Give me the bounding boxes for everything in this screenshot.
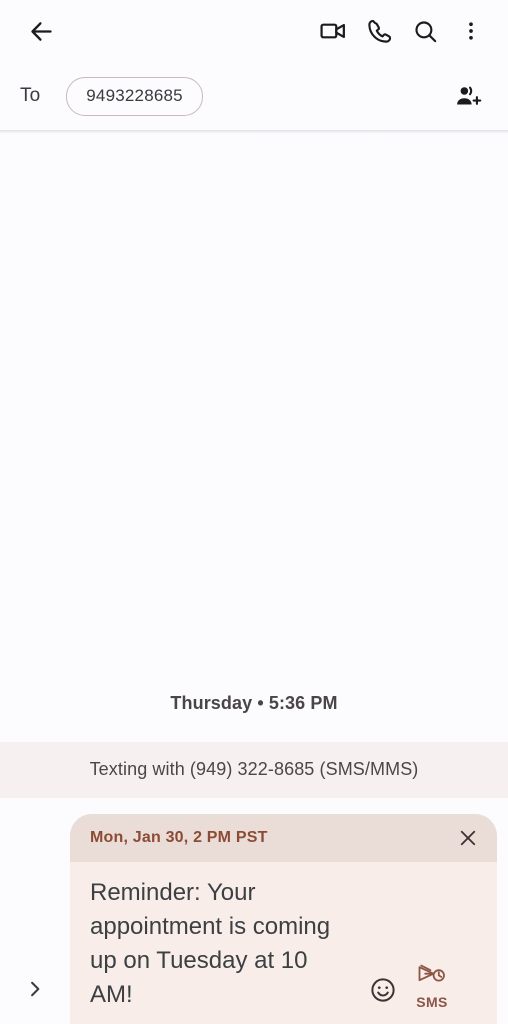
day-timestamp: Thursday • 5:36 PM xyxy=(170,693,338,713)
close-icon[interactable] xyxy=(455,825,481,851)
recipient-chip[interactable]: 9493228685 xyxy=(66,76,203,116)
to-label: To xyxy=(20,85,41,106)
compose-actions: SMS xyxy=(361,963,459,1014)
chevron-right-icon[interactable] xyxy=(0,954,70,1024)
app-bar xyxy=(0,0,508,62)
send-button[interactable]: SMS xyxy=(405,963,459,1012)
video-call-icon[interactable] xyxy=(310,8,356,54)
scheduled-send-time: Mon, Jan 30, 2 PM PST xyxy=(90,829,268,846)
add-person-icon[interactable] xyxy=(444,73,490,119)
back-arrow-icon[interactable] xyxy=(18,8,64,54)
emoji-icon[interactable] xyxy=(361,968,405,1012)
compose-body: Reminder: Your appointment is coming up … xyxy=(70,862,497,1024)
texting-with-banner: Texting with (949) 322-8685 (SMS/MMS) xyxy=(0,742,508,798)
conversation-thread: Thursday • 5:36 PM xyxy=(0,134,508,742)
phone-call-icon[interactable] xyxy=(356,8,402,54)
scheduled-send-bar[interactable]: Mon, Jan 30, 2 PM PST xyxy=(70,814,497,862)
search-icon[interactable] xyxy=(402,8,448,54)
compose-row: Mon, Jan 30, 2 PM PST Reminder: Your app… xyxy=(0,798,508,1024)
compose-bubble: Mon, Jan 30, 2 PM PST Reminder: Your app… xyxy=(70,814,497,1024)
recipient-row: To 9493228685 xyxy=(0,62,508,130)
more-options-icon[interactable] xyxy=(448,8,494,54)
send-button-label: SMS xyxy=(416,994,448,1010)
message-input[interactable]: Reminder: Your appointment is coming up … xyxy=(90,876,361,1014)
thread-empty-space xyxy=(0,134,508,693)
scheduled-send-icon xyxy=(417,963,447,993)
messages-new-conversation-screen: To 9493228685 Thursday • 5:36 PM Texting… xyxy=(0,0,508,1024)
